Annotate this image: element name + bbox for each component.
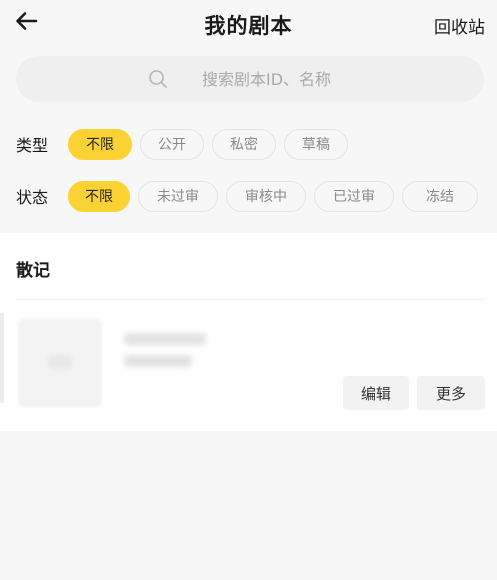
status-filter-row: 状态 不限 未过审 审核中 已过审 冻结 xyxy=(16,180,486,212)
script-card[interactable]: 编辑 更多 xyxy=(0,313,497,418)
page-title: 我的剧本 xyxy=(204,14,293,38)
header: 我的剧本 回收站 xyxy=(0,0,497,52)
type-chip-any[interactable]: 不限 xyxy=(68,128,132,160)
edit-button[interactable]: 编辑 xyxy=(343,376,409,410)
script-list-section: 散记 编辑 更多 xyxy=(0,233,497,431)
card-edge xyxy=(0,313,4,403)
type-filter-label: 类型 xyxy=(16,136,49,155)
search-input[interactable] xyxy=(202,69,352,89)
more-button[interactable]: 更多 xyxy=(417,376,485,410)
status-chip-approved[interactable]: 已过审 xyxy=(314,180,394,212)
script-info-blurred xyxy=(124,355,192,367)
script-thumbnail[interactable] xyxy=(18,319,102,407)
type-filter-row: 类型 不限 公开 私密 草稿 xyxy=(16,128,356,160)
divider xyxy=(16,299,485,300)
type-chip-draft[interactable]: 草稿 xyxy=(284,128,348,160)
status-chip-frozen[interactable]: 冻结 xyxy=(402,180,478,212)
type-chip-public[interactable]: 公开 xyxy=(140,128,204,160)
status-filter-label: 状态 xyxy=(16,188,49,207)
status-chip-any[interactable]: 不限 xyxy=(68,180,130,212)
thumbnail-placeholder-icon xyxy=(48,355,72,369)
search-icon xyxy=(149,70,167,88)
section-title: 散记 xyxy=(16,261,50,281)
status-chip-rejected[interactable]: 未过审 xyxy=(138,180,218,212)
type-chip-private[interactable]: 私密 xyxy=(212,128,276,160)
status-chip-reviewing[interactable]: 审核中 xyxy=(226,180,306,212)
top-panel: 我的剧本 回收站 类型 不限 公开 私密 草稿 状态 不限 未过审 审核中 已过… xyxy=(0,0,497,232)
search-bar[interactable] xyxy=(16,56,484,102)
recycle-bin-link[interactable]: 回收站 xyxy=(434,13,485,38)
script-name-blurred xyxy=(124,333,206,345)
